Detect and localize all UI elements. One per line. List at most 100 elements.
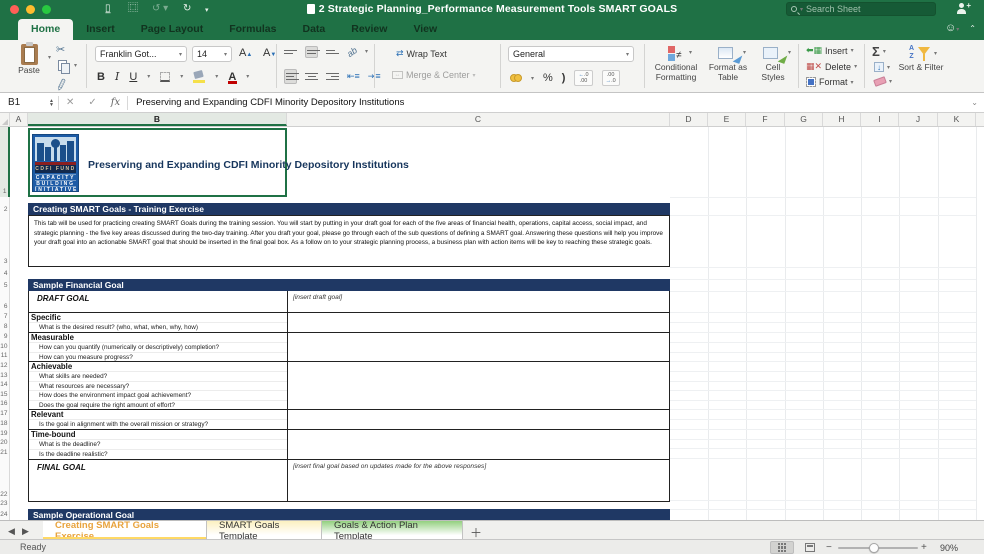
row-header-11[interactable]: 11 bbox=[0, 352, 9, 359]
search-box[interactable]: ▾ bbox=[786, 2, 936, 16]
row-header-1[interactable]: 1 bbox=[0, 127, 10, 197]
column-header-c[interactable]: C bbox=[287, 113, 670, 126]
answer-cell[interactable] bbox=[287, 342, 669, 352]
answer-cell[interactable] bbox=[287, 390, 669, 400]
search-input[interactable] bbox=[806, 4, 916, 14]
normal-view-button[interactable] bbox=[770, 541, 794, 554]
answer-cell[interactable] bbox=[287, 352, 669, 362]
paste-button[interactable]: Paste bbox=[10, 44, 48, 75]
select-all-corner[interactable] bbox=[0, 113, 10, 126]
column-header-e[interactable]: E bbox=[708, 113, 746, 126]
decrease-indent-icon[interactable]: ⇤≡ bbox=[347, 71, 360, 82]
insert-function-icon[interactable]: fx bbox=[104, 97, 127, 108]
row-header-16[interactable]: 16 bbox=[0, 400, 9, 407]
autosum-button[interactable]: Σ▾ bbox=[872, 44, 886, 59]
format-as-table-button[interactable]: ▾ Format as Table bbox=[705, 45, 751, 82]
question-cell[interactable]: What is the desired result? (who, what, … bbox=[29, 323, 287, 332]
format-cells-button[interactable]: Format▾ bbox=[806, 77, 854, 87]
font-size-select[interactable]: 14▾ bbox=[192, 46, 232, 62]
answer-cell[interactable] bbox=[287, 313, 669, 322]
row-header-4[interactable]: 4 bbox=[0, 270, 9, 277]
page-layout-view-button[interactable] bbox=[798, 541, 822, 554]
increase-font-icon[interactable]: A▲ bbox=[239, 47, 252, 59]
row-header-3[interactable]: 3 bbox=[0, 258, 9, 265]
column-header-f[interactable]: F bbox=[746, 113, 785, 126]
answer-cell[interactable] bbox=[287, 333, 669, 342]
row-header-5[interactable]: 5 bbox=[0, 282, 9, 289]
goal-label-cell[interactable]: DRAFT GOAL bbox=[29, 291, 287, 303]
align-right-icon[interactable] bbox=[326, 71, 339, 82]
align-bottom-icon[interactable] bbox=[326, 48, 339, 56]
row-header-13[interactable]: 13 bbox=[0, 372, 9, 379]
font-color-icon[interactable]: A bbox=[228, 71, 236, 83]
answer-cell[interactable] bbox=[287, 362, 669, 371]
ribbon-tab-home[interactable]: Home bbox=[18, 19, 73, 40]
ribbon-tab-insert[interactable]: Insert bbox=[73, 19, 128, 40]
borders-dropdown-icon[interactable]: ▾ bbox=[180, 73, 183, 80]
sheet-prev-icon[interactable]: ◀ bbox=[8, 526, 15, 537]
feedback-smiley-icon[interactable]: ☺▾ bbox=[945, 22, 959, 34]
zoom-out-icon[interactable]: − bbox=[826, 542, 832, 553]
orientation-dropdown-icon[interactable]: ▾ bbox=[365, 48, 368, 55]
insert-cells-button[interactable]: ⬅▦ Insert▾ bbox=[806, 45, 854, 56]
smart-category-cell[interactable]: Measurable bbox=[29, 333, 287, 342]
copy-icon[interactable] bbox=[58, 60, 67, 71]
conditional-formatting-button[interactable]: ≠ ▾ Conditional Formatting bbox=[650, 45, 702, 82]
column-header-b[interactable]: B bbox=[28, 113, 287, 126]
sheet-tab-creating-smart-goals-exercise[interactable]: Creating SMART Goals Exercise bbox=[43, 521, 207, 540]
question-cell[interactable]: What resources are necessary? bbox=[29, 382, 287, 391]
smart-category-cell[interactable]: Time-bound bbox=[29, 430, 287, 439]
align-top-icon[interactable] bbox=[284, 48, 297, 56]
column-header-k[interactable]: K bbox=[938, 113, 976, 126]
column-header-h[interactable]: H bbox=[823, 113, 861, 126]
font-name-select[interactable]: Franklin Got...▾ bbox=[95, 46, 187, 62]
comma-style-icon[interactable]: ) bbox=[562, 72, 566, 84]
sheet-next-icon[interactable]: ▶ bbox=[22, 526, 29, 537]
question-cell[interactable]: Does the goal require the right amount o… bbox=[29, 401, 287, 410]
decrease-font-icon[interactable]: A▼ bbox=[263, 47, 276, 59]
ribbon-tab-page-layout[interactable]: Page Layout bbox=[128, 19, 216, 40]
row-header-23[interactable]: 23 bbox=[0, 500, 9, 507]
row-header-15[interactable]: 15 bbox=[0, 391, 9, 398]
ribbon-tab-review[interactable]: Review bbox=[338, 19, 400, 40]
row-header-24[interactable]: 24 bbox=[0, 511, 9, 518]
question-cell[interactable]: What is the deadline? bbox=[29, 440, 287, 449]
cut-icon[interactable]: ✂ bbox=[56, 43, 65, 56]
paste-dropdown-icon[interactable]: ▾ bbox=[48, 54, 51, 61]
smart-category-cell[interactable]: Relevant bbox=[29, 410, 287, 419]
wrap-text-button[interactable]: ⇄ Wrap Text bbox=[396, 48, 447, 59]
orientation-icon[interactable]: ab bbox=[345, 45, 359, 59]
expand-formula-bar-icon[interactable]: ⌄ bbox=[971, 98, 978, 107]
increase-decimal-icon[interactable]: ←.0.00 bbox=[574, 70, 592, 86]
row-header-19[interactable]: 19 bbox=[0, 430, 9, 437]
sort-filter-button[interactable]: AZ ▾ Sort & Filter bbox=[898, 45, 944, 73]
question-cell[interactable]: How can you quantify (numerically or des… bbox=[29, 343, 287, 352]
name-box-stepper-icon[interactable]: ▲▼ bbox=[49, 99, 54, 107]
column-header-i[interactable]: I bbox=[861, 113, 899, 126]
sheet-tab-smart-goals-template[interactable]: SMART Goals Template bbox=[207, 521, 322, 540]
cell-styles-button[interactable]: ▾ Cell Styles bbox=[753, 45, 793, 82]
row-header-14[interactable]: 14 bbox=[0, 381, 9, 388]
ribbon-tab-view[interactable]: View bbox=[400, 19, 450, 40]
row-header-21[interactable]: 21 bbox=[0, 449, 9, 456]
formula-input[interactable]: Preserving and Expanding CDFI Minority D… bbox=[128, 97, 404, 108]
spreadsheet-grid[interactable]: 123456789101112131415161718192021222324 … bbox=[0, 127, 984, 520]
underline-button[interactable]: U bbox=[129, 71, 137, 83]
row-header-7[interactable]: 7 bbox=[0, 313, 9, 320]
answer-cell[interactable] bbox=[287, 419, 669, 429]
row-header-18[interactable]: 18 bbox=[0, 420, 9, 427]
decrease-decimal-icon[interactable]: .00→.0 bbox=[602, 70, 620, 86]
smart-category-cell[interactable]: Achievable bbox=[29, 362, 287, 371]
answer-cell[interactable] bbox=[287, 371, 669, 381]
ribbon-tab-formulas[interactable]: Formulas bbox=[216, 19, 289, 40]
row-header-22[interactable]: 22 bbox=[0, 491, 9, 498]
font-color-dropdown-icon[interactable]: ▾ bbox=[246, 73, 249, 80]
copy-dropdown-icon[interactable]: ▾ bbox=[74, 62, 77, 69]
sheet-tab-goals-action-plan-template[interactable]: Goals & Action Plan Template bbox=[322, 521, 463, 540]
answer-cell[interactable]: [insert draft goal] bbox=[287, 291, 669, 312]
share-button[interactable]: + bbox=[953, 2, 971, 16]
italic-button[interactable]: I bbox=[115, 70, 119, 83]
column-header-g[interactable]: G bbox=[785, 113, 823, 126]
row-header-20[interactable]: 20 bbox=[0, 439, 9, 446]
percent-style-icon[interactable]: % bbox=[543, 72, 553, 84]
